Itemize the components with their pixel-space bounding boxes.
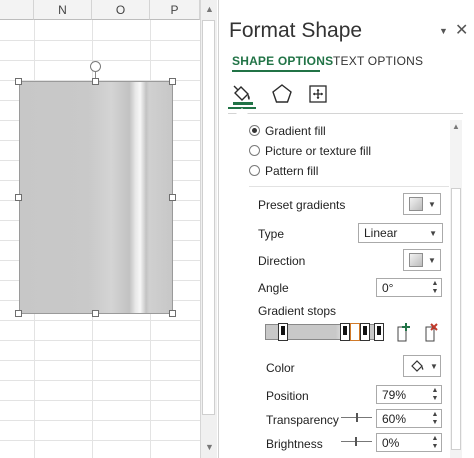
resize-handle-top-left[interactable] bbox=[15, 78, 22, 85]
spin-arrows-icon[interactable]: ▲ ▼ bbox=[429, 279, 441, 296]
resize-handle-bottom-right[interactable] bbox=[169, 310, 176, 317]
transparency-slider-thumb[interactable] bbox=[356, 413, 358, 422]
pattern-fill-radio[interactable] bbox=[249, 165, 260, 176]
brightness-spinner[interactable]: 0% ▲ ▼ bbox=[376, 433, 442, 452]
gradient-fill-radio[interactable] bbox=[249, 125, 260, 136]
gradient-swatch-icon bbox=[409, 197, 423, 211]
resize-handle-left[interactable] bbox=[15, 194, 22, 201]
picture-texture-fill-label[interactable]: Picture or texture fill bbox=[265, 144, 371, 158]
gradient-fill-label[interactable]: Gradient fill bbox=[265, 124, 326, 138]
pattern-fill-label[interactable]: Pattern fill bbox=[265, 164, 318, 178]
remove-gradient-stop-icon[interactable] bbox=[421, 322, 441, 344]
tab-text-options[interactable]: TEXT OPTIONS bbox=[333, 54, 423, 68]
fill-line-icon[interactable] bbox=[230, 82, 256, 106]
resize-handle-bottom-left[interactable] bbox=[15, 310, 22, 317]
preset-gradients-label: Preset gradients bbox=[258, 198, 346, 212]
spin-arrows-icon[interactable]: ▲ ▼ bbox=[429, 434, 441, 451]
resize-handle-bottom[interactable] bbox=[92, 310, 99, 317]
paint-bucket-icon bbox=[411, 360, 424, 372]
brightness-label: Brightness bbox=[266, 437, 323, 451]
type-select[interactable]: Linear ▼ bbox=[358, 223, 443, 243]
scroll-up-icon[interactable]: ▲ bbox=[201, 4, 218, 14]
color-label: Color bbox=[266, 361, 295, 375]
direction-label: Direction bbox=[258, 254, 306, 268]
chevron-down-icon: ▼ bbox=[428, 255, 436, 265]
add-gradient-stop-icon[interactable] bbox=[393, 322, 413, 344]
direction-swatch-icon bbox=[409, 253, 423, 267]
row-gridline bbox=[0, 380, 200, 381]
chevron-down-icon: ▼ bbox=[429, 228, 437, 238]
sheet-scroll-thumb[interactable] bbox=[202, 20, 215, 415]
active-tab-underline bbox=[232, 70, 320, 72]
size-properties-icon[interactable] bbox=[305, 82, 331, 106]
transparency-value: 60% bbox=[382, 411, 407, 426]
pane-scroll-thumb[interactable] bbox=[451, 188, 461, 450]
resize-handle-top-right[interactable] bbox=[169, 78, 176, 85]
scroll-up-icon[interactable]: ▲ bbox=[450, 122, 462, 131]
gradient-stop[interactable] bbox=[340, 323, 350, 341]
gradient-stop[interactable] bbox=[278, 323, 288, 341]
transparency-label: Transparency bbox=[266, 413, 339, 427]
picture-texture-fill-radio[interactable] bbox=[249, 145, 260, 156]
chevron-down-icon: ▼ bbox=[430, 361, 438, 371]
position-spinner[interactable]: 79% ▲ ▼ bbox=[376, 385, 442, 404]
rotation-handle[interactable] bbox=[90, 61, 101, 72]
gradient-stop[interactable] bbox=[360, 323, 370, 341]
type-select-value: Linear bbox=[364, 226, 398, 240]
transparency-spinner[interactable]: 60% ▲ ▼ bbox=[376, 409, 442, 428]
pane-title: Format Shape bbox=[229, 19, 363, 42]
spreadsheet-grid[interactable]: N O P bbox=[0, 0, 200, 458]
section-divider bbox=[249, 186, 449, 187]
brightness-value: 0% bbox=[382, 435, 400, 450]
preset-gradients-button[interactable]: ▼ bbox=[403, 193, 441, 215]
row-gridline bbox=[0, 440, 200, 441]
pane-options-chevron-icon[interactable]: ▼ bbox=[439, 26, 448, 36]
row-gridline bbox=[0, 360, 200, 361]
direction-button[interactable]: ▼ bbox=[403, 249, 441, 271]
color-button[interactable]: ▼ bbox=[403, 355, 441, 377]
type-label: Type bbox=[258, 227, 285, 241]
close-icon[interactable]: ✕ bbox=[455, 20, 468, 40]
selected-shape[interactable] bbox=[19, 81, 173, 314]
position-value: 79% bbox=[382, 387, 407, 402]
chevron-down-icon: ▼ bbox=[428, 199, 436, 209]
position-label: Position bbox=[266, 389, 309, 403]
row-gridline bbox=[0, 320, 200, 321]
row-gridline bbox=[0, 40, 200, 41]
row-gridline bbox=[0, 340, 200, 341]
pane-divider bbox=[228, 113, 463, 114]
angle-label: Angle bbox=[258, 281, 289, 295]
gradient-stops-label: Gradient stops bbox=[258, 304, 337, 318]
gradient-stop[interactable] bbox=[374, 323, 384, 341]
spin-arrows-icon[interactable]: ▲ ▼ bbox=[429, 410, 441, 427]
row-gridline bbox=[0, 420, 200, 421]
effects-icon[interactable] bbox=[269, 82, 295, 106]
brightness-slider-thumb[interactable] bbox=[355, 437, 357, 446]
row-gridline bbox=[0, 400, 200, 401]
tab-shape-options[interactable]: SHAPE OPTIONS bbox=[232, 54, 333, 68]
resize-handle-right[interactable] bbox=[169, 194, 176, 201]
angle-value: 0° bbox=[382, 280, 394, 295]
row-gridline bbox=[0, 60, 200, 61]
angle-spinner[interactable]: 0° ▲ ▼ bbox=[376, 278, 442, 297]
category-caret bbox=[236, 108, 248, 114]
spin-arrows-icon[interactable]: ▲ ▼ bbox=[429, 386, 441, 403]
gradient-stop-selected[interactable] bbox=[350, 323, 360, 341]
scroll-down-icon[interactable]: ▼ bbox=[201, 442, 218, 452]
resize-handle-top[interactable] bbox=[92, 78, 99, 85]
